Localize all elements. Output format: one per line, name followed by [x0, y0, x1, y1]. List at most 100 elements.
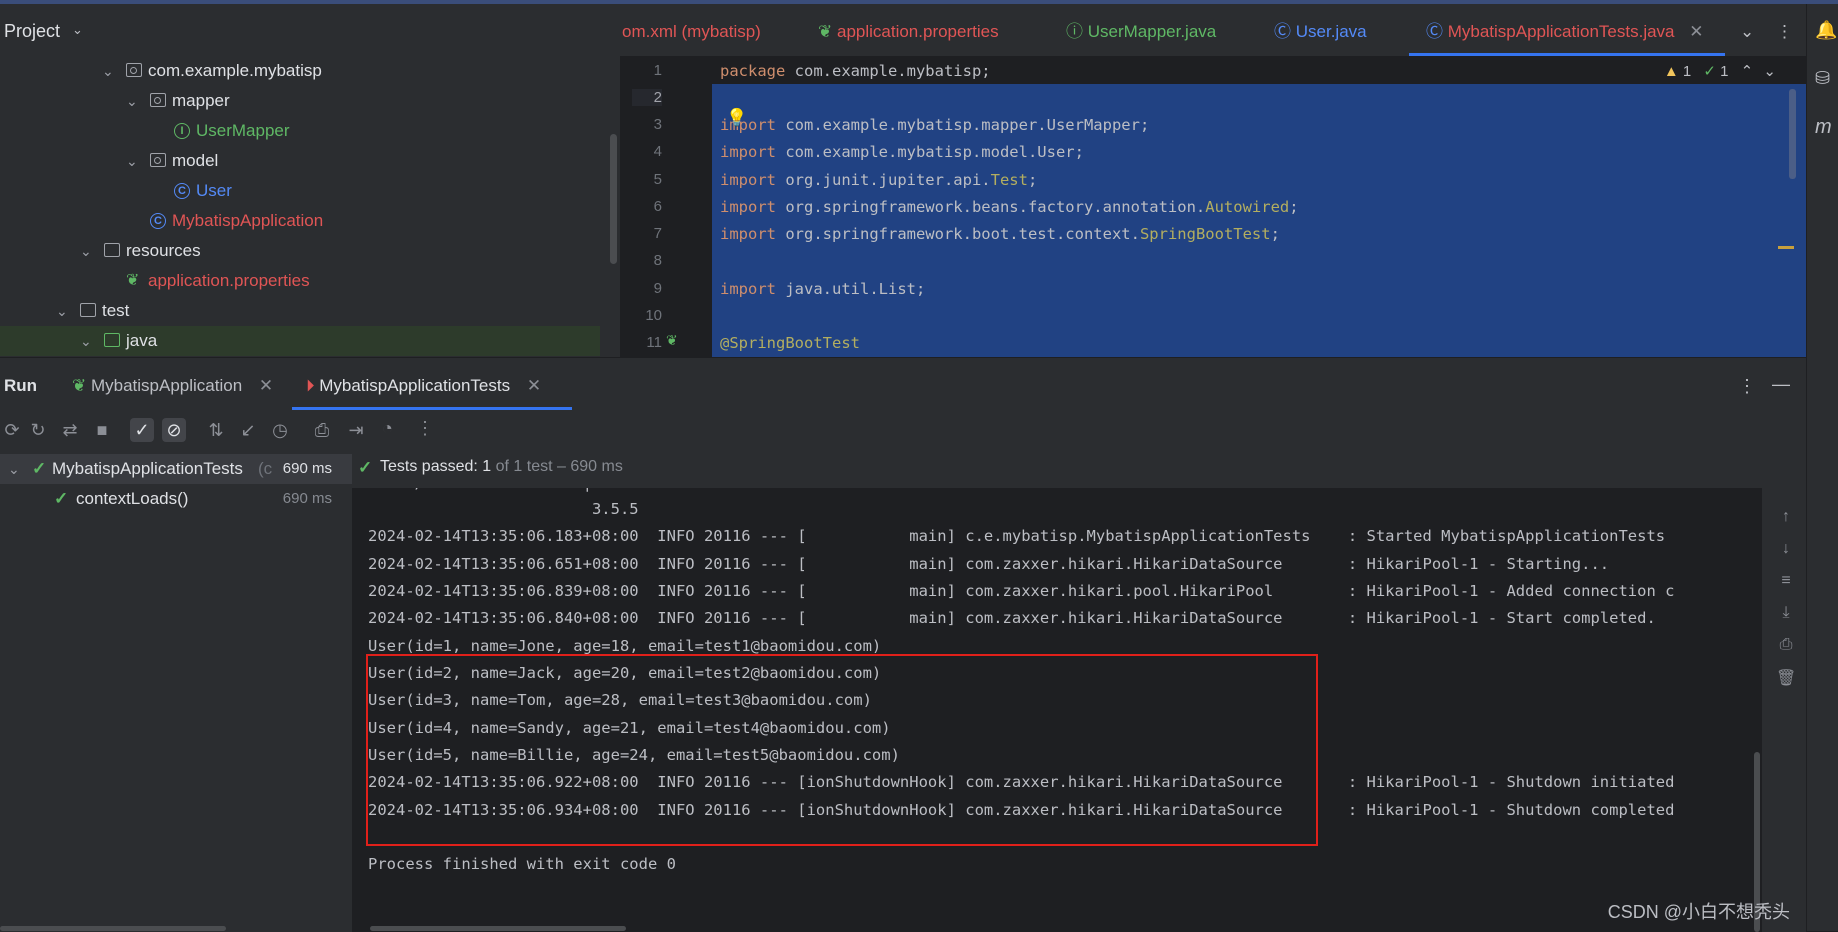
editor-scrollbar[interactable] [1789, 89, 1796, 179]
chevron-down-icon[interactable]: ⌄ [56, 296, 68, 326]
sort-alphabetically-icon[interactable]: ⇅ [204, 418, 228, 442]
tree-item-application-properties[interactable]: ❦ application.properties [0, 266, 600, 296]
tree-item-mybatispapplication[interactable]: C MybatispApplication [0, 206, 600, 236]
warning-marker[interactable] [1778, 246, 1794, 249]
sort-by-duration-icon[interactable]: ◷ [268, 418, 292, 442]
interface-icon: I [174, 123, 190, 139]
console-line: 3.5.5 [368, 500, 639, 518]
tree-item-label: java [126, 331, 158, 350]
coverage-icon[interactable]: ◔ [382, 418, 393, 439]
line-number: 11 [646, 334, 662, 351]
tab-run-mybatispapplicationtests[interactable]: ⏵ MybatispApplicationTests ✕ [306, 376, 541, 396]
tree-item-label: mapper [172, 91, 230, 110]
line-number: 3 [653, 116, 662, 133]
chevron-up-icon[interactable]: ⌃ [1741, 63, 1754, 80]
close-icon[interactable]: ✕ [1689, 22, 1703, 41]
line-number-gutter: 1 2 3 4 5 6 7 8 9 10 11 ❦ [620, 56, 712, 357]
package-icon [150, 93, 166, 107]
chevron-down-icon[interactable]: ⌄ [126, 86, 138, 116]
resources-folder-icon [104, 243, 120, 257]
test-status-bar: ✓ Tests passed: 1 of 1 test – 690 ms [352, 450, 1806, 486]
test-suite-row[interactable]: ⌄ ✓ MybatispApplicationTests (c 690 ms [0, 454, 352, 484]
tree-item-label: application.properties [148, 271, 310, 290]
chevron-down-icon[interactable]: ⌄ [80, 236, 92, 266]
chevron-down-icon[interactable]: ⌄ [72, 22, 83, 38]
console-line: Process finished with exit code 0 [368, 855, 676, 873]
chevron-down-icon[interactable]: ⌄ [126, 146, 138, 176]
tab-mybatispapplicationtests-java[interactable]: Ⓒ MybatispApplicationTests.java ✕ [1426, 4, 1704, 56]
show-passed-icon[interactable]: ✓ [130, 418, 154, 442]
spring-run-icon: ❦ [72, 376, 87, 395]
stop-icon[interactable]: ■ [90, 418, 114, 442]
chevron-down-icon[interactable]: ⌄ [1763, 63, 1776, 80]
tree-item-usermapper[interactable]: I UserMapper [0, 116, 600, 146]
collapse-all-icon[interactable]: ↙ [236, 418, 260, 442]
trash-icon[interactable]: 🗑 [1776, 668, 1796, 688]
arrow-down-icon[interactable]: ↓ [1776, 540, 1796, 560]
code-line: import org.springframework.beans.factory… [720, 198, 1299, 216]
more-options-icon[interactable]: ⋮ [416, 418, 434, 439]
tab-run-mybatispapplication[interactable]: ❦ MybatispApplication ✕ [72, 376, 273, 396]
scroll-to-end-icon[interactable]: ⤓ [1776, 604, 1796, 624]
tree-item-resources[interactable]: ⌄ resources [0, 236, 600, 266]
code-line: package com.example.mybatisp; [720, 62, 991, 80]
class-icon: Ⓒ [1274, 22, 1291, 41]
project-header[interactable]: Project ⌄ [0, 4, 620, 56]
show-ignored-icon[interactable]: ⊘ [162, 418, 186, 442]
database-icon[interactable]: ⛁ [1815, 68, 1830, 89]
export-results-icon[interactable]: ⎙ [310, 418, 334, 442]
tab-list-chevron-icon[interactable]: ⌄ [1740, 4, 1754, 56]
highlight-box [366, 654, 1318, 846]
project-scrollbar[interactable] [610, 134, 617, 264]
minimize-icon[interactable]: — [1772, 374, 1790, 395]
test-case-row[interactable]: ✓ contextLoads() 690 ms [0, 484, 352, 514]
test-tree-horizontal-scrollbar[interactable] [0, 926, 226, 931]
more-options-icon[interactable]: ⋮ [1738, 376, 1756, 397]
notifications-icon[interactable]: 🔔 [1815, 20, 1837, 41]
print-icon[interactable]: ⎙ [1776, 636, 1796, 656]
import-results-icon[interactable]: ⇥ [344, 418, 368, 442]
line-number: 10 [645, 307, 662, 324]
run-gutter-icon[interactable]: ❦ [666, 332, 678, 349]
tab-application-properties[interactable]: ❦ application.properties [818, 4, 999, 56]
console-horizontal-scrollbar[interactable] [370, 926, 626, 931]
tree-item-mapper[interactable]: ⌄ mapper [0, 86, 600, 116]
tab-pom-xml[interactable]: om.xml (mybatisp) [622, 4, 761, 56]
toggle-auto-test-icon[interactable]: ⇄ [58, 418, 82, 442]
tree-item-label: MybatispApplication [172, 211, 324, 230]
line-number: 2 [632, 89, 662, 106]
line-number: 7 [653, 225, 662, 242]
line-number: 1 [653, 62, 662, 79]
editor-panel: om.xml (mybatisp) ❦ application.properti… [620, 4, 1806, 357]
soft-wrap-icon[interactable]: ≡ [1776, 572, 1796, 592]
tree-item-java[interactable]: ⌄ java [0, 326, 600, 356]
rerun-icon[interactable]: ⟳ [0, 418, 24, 442]
console-line: / | [368, 488, 592, 492]
watermark: CSDN @小白不想秃头 [1607, 902, 1790, 922]
close-icon[interactable]: ✕ [527, 376, 541, 395]
code-line: import com.example.mybatisp.model.User; [720, 143, 1084, 161]
lightbulb-icon[interactable]: 💡 [726, 108, 747, 128]
inspection-widget[interactable]: ▲ 1 ✓ 1 ⌃ ⌄ [1664, 62, 1776, 80]
rerun-failed-icon[interactable]: ↻ [26, 418, 50, 442]
more-options-icon[interactable]: ⋮ [1776, 4, 1793, 56]
line-number: 4 [653, 143, 662, 160]
chevron-down-icon[interactable]: ⌄ [8, 454, 20, 484]
test-folder-icon [104, 333, 120, 347]
tab-usermapper-java[interactable]: ⓘ UserMapper.java [1066, 4, 1216, 56]
chevron-down-icon[interactable]: ⌄ [80, 326, 92, 356]
warning-count: 1 [1682, 63, 1692, 80]
tab-label: om.xml (mybatisp) [622, 22, 761, 41]
tree-item-model[interactable]: ⌄ model [0, 146, 600, 176]
close-icon[interactable]: ✕ [259, 376, 273, 395]
tree-item-test[interactable]: ⌄ test [0, 296, 600, 326]
console-line: 2024-02-14T13:35:06.651+08:00 INFO 20116… [368, 555, 1610, 573]
chevron-down-icon[interactable]: ⌄ [102, 56, 114, 86]
tree-item-user[interactable]: C User [0, 176, 600, 206]
arrow-up-icon[interactable]: ↑ [1776, 508, 1796, 528]
maven-icon[interactable]: m [1815, 116, 1832, 139]
tab-user-java[interactable]: Ⓒ User.java [1274, 4, 1367, 56]
tree-item-label: resources [126, 241, 201, 260]
project-panel: Project ⌄ ⌄ com.example.mybatisp ⌄ mappe… [0, 4, 620, 357]
tree-item-package-root[interactable]: ⌄ com.example.mybatisp [0, 56, 600, 86]
